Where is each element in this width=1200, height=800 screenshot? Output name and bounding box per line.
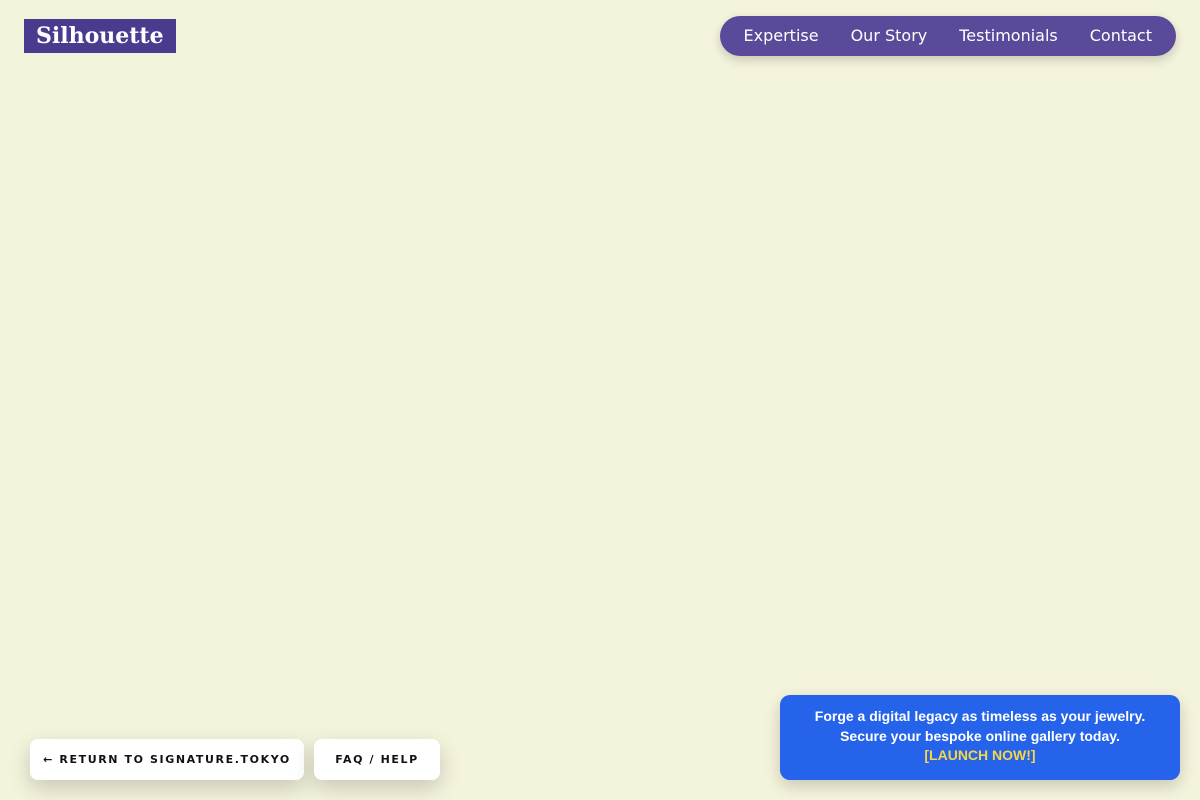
- nav-item-contact[interactable]: Contact: [1074, 16, 1168, 56]
- nav-item-expertise[interactable]: Expertise: [728, 16, 835, 56]
- promo-banner: Forge a digital legacy as timeless as yo…: [780, 695, 1180, 780]
- nav-item-testimonials[interactable]: Testimonials: [943, 16, 1074, 56]
- site-logo[interactable]: Silhouette: [24, 19, 176, 53]
- return-to-signature-button[interactable]: ← RETURN TO SIGNATURE.TOKYO: [30, 739, 304, 780]
- promo-text-line-2: Secure your bespoke online gallery today…: [840, 727, 1120, 744]
- nav-item-our-story[interactable]: Our Story: [835, 16, 944, 56]
- promo-text-line-1: Forge a digital legacy as timeless as yo…: [814, 708, 1146, 724]
- faq-help-button[interactable]: FAQ / HELP: [314, 739, 440, 780]
- main-nav: Expertise Our Story Testimonials Contact: [719, 16, 1176, 56]
- launch-now-link[interactable]: [LAUNCH NOW!]: [924, 746, 1035, 766]
